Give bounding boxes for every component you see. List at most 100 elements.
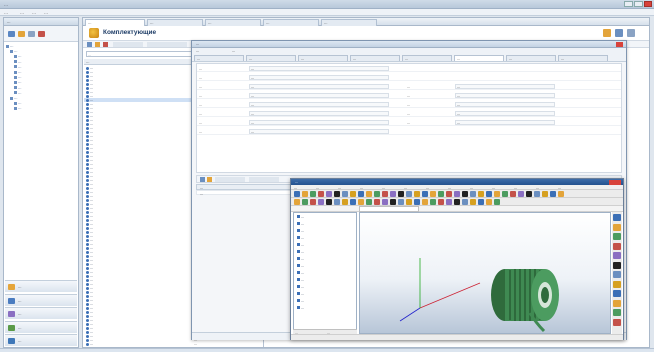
cad-view-tool-icon[interactable] [613, 214, 621, 221]
cad-view-tool-icon[interactable] [613, 252, 621, 259]
cad-tool-icon[interactable] [462, 199, 468, 205]
cad-tool-icon[interactable] [310, 199, 316, 205]
settings-icon[interactable] [627, 29, 635, 37]
new-icon[interactable] [87, 42, 92, 47]
cad-menu-item[interactable]: … [514, 186, 534, 190]
cad-tool-icon[interactable] [454, 199, 460, 205]
cad-tree-item[interactable]: … [297, 299, 355, 304]
cad-view-tool-icon[interactable] [613, 233, 621, 240]
cad-tool-icon[interactable] [518, 191, 524, 197]
open-file-icon[interactable] [207, 177, 212, 182]
cad-tree-item[interactable]: … [297, 236, 355, 241]
card-tab[interactable]: … [246, 55, 296, 61]
cad-tree-item[interactable]: … [297, 229, 355, 234]
cad-tool-icon[interactable] [414, 199, 420, 205]
field-input[interactable]: … [249, 120, 389, 125]
cad-view-tool-icon[interactable] [613, 280, 621, 288]
cad-tool-icon[interactable] [510, 191, 516, 197]
field-input[interactable]: … [249, 93, 389, 98]
main-tab[interactable]: … [147, 19, 203, 26]
cad-view-tool-icon[interactable] [613, 290, 621, 297]
print-icon[interactable] [615, 29, 623, 37]
column-header-name[interactable]: … [86, 60, 90, 64]
delete-icon[interactable] [38, 31, 45, 37]
cad-tool-icon[interactable] [526, 191, 532, 197]
cad-tool-icon[interactable] [494, 199, 500, 205]
cad-tool-icon[interactable] [398, 199, 404, 205]
toolbar-button[interactable] [147, 42, 187, 47]
cad-tool-icon[interactable] [534, 191, 540, 197]
cad-tool-icon[interactable] [422, 191, 428, 197]
cad-tool-icon[interactable] [310, 191, 316, 197]
close-icon[interactable] [609, 179, 621, 185]
card-tab[interactable]: … [558, 55, 608, 61]
cad-tool-icon[interactable] [486, 199, 492, 205]
card-tab[interactable]: … [402, 55, 452, 61]
cad-tree-item[interactable]: … [297, 278, 355, 283]
minimize-icon[interactable] [624, 1, 633, 7]
cad-tool-icon[interactable] [342, 199, 348, 205]
field-input[interactable]: … [455, 84, 555, 89]
cad-tool-icon[interactable] [446, 199, 452, 205]
cad-tool-icon[interactable] [414, 191, 420, 197]
field-input[interactable]: … [249, 84, 389, 89]
cad-menu-item[interactable]: … [470, 186, 490, 190]
close-icon[interactable] [616, 42, 623, 47]
cad-tool-icon[interactable] [366, 191, 372, 197]
refresh-icon[interactable] [18, 31, 25, 37]
open-icon[interactable] [603, 29, 611, 37]
cad-menu-item[interactable]: … [426, 186, 446, 190]
cad-menu-item[interactable]: … [492, 186, 512, 190]
list-row[interactable]: …… [84, 342, 263, 346]
cad-view-tool-icon[interactable] [613, 261, 621, 269]
filter-icon[interactable] [28, 31, 35, 37]
cad-tool-icon[interactable] [390, 199, 396, 205]
cad-view-tool-icon[interactable] [613, 223, 621, 231]
cad-tool-icon[interactable] [550, 191, 556, 197]
cad-3d-viewport[interactable] [359, 212, 611, 334]
card-tab[interactable]: … [298, 55, 348, 61]
cad-menu-item[interactable]: … [536, 186, 556, 190]
close-icon[interactable] [644, 1, 652, 7]
cad-tool-icon[interactable] [542, 191, 548, 197]
cad-tool-icon[interactable] [462, 191, 468, 197]
maximize-icon[interactable] [634, 1, 643, 7]
cad-tool-icon[interactable] [342, 191, 348, 197]
cad-tree-item[interactable]: … [297, 222, 355, 227]
card-top-tab[interactable]: … [232, 49, 235, 53]
cad-tool-icon[interactable] [294, 191, 300, 197]
cad-menu-item[interactable]: … [448, 186, 468, 190]
nav-tree-item[interactable]: … [14, 106, 74, 111]
field-input[interactable]: … [249, 75, 389, 80]
cad-tool-icon[interactable] [422, 199, 428, 205]
card-tab[interactable]: … [194, 55, 244, 61]
toolbar-button[interactable] [113, 42, 143, 47]
cad-tool-icon[interactable] [326, 199, 332, 205]
cad-tool-icon[interactable] [350, 199, 356, 205]
cad-tree-item[interactable]: … [297, 292, 355, 297]
cad-menu-item[interactable]: … [558, 186, 578, 190]
cad-tool-icon[interactable] [438, 191, 444, 197]
field-input[interactable]: … [455, 93, 555, 98]
field-input[interactable]: … [249, 66, 389, 71]
menu-item[interactable]: … [32, 10, 36, 15]
cad-tool-icon[interactable] [446, 191, 452, 197]
cad-menu-item[interactable]: … [404, 186, 424, 190]
field-input[interactable]: … [249, 111, 389, 116]
cad-tool-icon[interactable] [430, 191, 436, 197]
main-tab[interactable]: … [321, 19, 377, 26]
cad-tree-item[interactable]: … [297, 243, 355, 248]
cad-tool-icon[interactable] [366, 199, 372, 205]
cad-tool-icon[interactable] [318, 199, 324, 205]
field-input[interactable]: … [249, 102, 389, 107]
main-tab[interactable]: … [205, 19, 261, 26]
nav-section-button[interactable]: … [5, 293, 77, 306]
menu-item[interactable]: … [44, 10, 48, 15]
card-tab[interactable]: … [506, 55, 556, 61]
cad-tool-icon[interactable] [438, 199, 444, 205]
cad-menu-item[interactable]: … [338, 186, 358, 190]
cad-tool-icon[interactable] [478, 199, 484, 205]
nav-section-button[interactable]: … [5, 307, 77, 319]
field-input[interactable]: … [455, 120, 555, 125]
cad-tree-item[interactable]: … [297, 250, 355, 255]
